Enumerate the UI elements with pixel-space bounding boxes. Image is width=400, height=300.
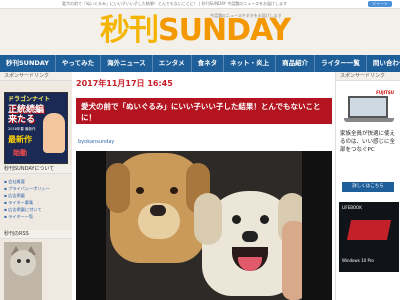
plush-eye-left [232, 215, 241, 224]
cat-eye-right [26, 259, 30, 263]
nav-item-food[interactable]: 食ネタ [192, 55, 225, 72]
nav-item-contact[interactable]: 問い合わせ [367, 55, 400, 72]
rss-cat-image[interactable] [4, 242, 42, 300]
cat-face [10, 250, 36, 276]
plush-eye-right [260, 215, 269, 224]
nav-item-net[interactable]: ネット・炎上 [224, 55, 277, 72]
dog-eye-left [136, 187, 144, 194]
logo-jp: 秒刊 [100, 13, 159, 48]
red-laptop-image [346, 220, 392, 240]
page: 愛犬の前で「ぬいぐるみ」にいい子いい子した結果！とんでもないことに！ | 秒刊S… [0, 0, 400, 300]
nav-item-tried[interactable]: やってみた [56, 55, 102, 72]
ad-character-image [43, 113, 65, 153]
top-strip: 愛犬の前で「ぬいぐるみ」にいい子いい子した結果！とんでもないことに！ | 秒刊S… [0, 0, 400, 9]
pc-ad-text[interactable]: 家族全員が快適に使えるのは、いい感じに全部をつなぐPC [340, 130, 398, 154]
photo-scene [106, 151, 302, 300]
game-ad-banner[interactable]: ドラゴンナイト 正統続編 来たる 2018年春 最新作 最新作 始動 [4, 92, 68, 164]
masthead: 秒刊SUNDAY 今話題のニュースやネタをお届けします [0, 9, 400, 55]
article: 2017年11月17日 16:45 愛犬の前で「ぬいぐるみ」にいい子いい子した結… [72, 72, 335, 300]
human-hand [282, 221, 302, 300]
about-link[interactable]: ライター一覧 [4, 213, 70, 220]
lifebook-label: LIFEBOOK [342, 205, 362, 210]
nav-item-overseas[interactable]: 海外ニュース [101, 55, 153, 72]
plush-nose [242, 231, 258, 242]
dog-ear-left [106, 163, 130, 213]
rss-heading: 秒刊のRSS [0, 230, 72, 239]
article-date: 2017年11月17日 16:45 [76, 79, 173, 88]
about-link[interactable]: 広告掲載 [4, 192, 70, 199]
article-photo [76, 151, 332, 300]
right-sponsored-heading: スポンサードリンク [336, 72, 400, 81]
site-logo[interactable]: 秒刊SUNDAY [100, 13, 291, 48]
nav-item-entertainment[interactable]: エンタメ [153, 55, 192, 72]
left-sponsored-heading: スポンサードリンク [0, 72, 72, 81]
nav-item-home[interactable]: 秒刊SUNDAY [0, 55, 56, 72]
laptop-base [344, 118, 394, 122]
about-heading: 秒刊SUNDAYについて [0, 165, 72, 174]
real-dog [106, 153, 210, 263]
cat-eye-left [17, 259, 21, 263]
article-author[interactable]: byokansunday [78, 139, 114, 145]
site-tagline: 今話題のニュースやネタをお届けします [210, 13, 282, 18]
lifebook-ad[interactable]: LIFEBOOK Windows 10 Pro [339, 202, 399, 272]
about-link[interactable]: プライバシーポリシー [4, 185, 70, 192]
about-link[interactable]: ライター募集 [4, 199, 70, 206]
plush-ear-left [194, 193, 222, 245]
ad-newest: 最新作 [8, 135, 32, 144]
ad-start: 始動 [13, 149, 27, 157]
about-link[interactable]: 会社概要 [4, 178, 70, 185]
ad-date: 2018年春 最新作 [8, 127, 36, 131]
laptop-screen [348, 96, 388, 118]
tweet-button[interactable]: ツイート [368, 1, 392, 7]
about-link[interactable]: 広告掲載に付いて [4, 206, 70, 213]
main-nav: 秒刊SUNDAY やってみた 海外ニュース エンタメ 食ネタ ネット・炎上 商品… [0, 55, 400, 72]
nav-item-products[interactable]: 商品紹介 [276, 55, 316, 72]
pc-ad-button[interactable]: 詳しくはこちら [342, 182, 394, 192]
ad-headline: 正統続編 来たる [8, 105, 45, 125]
left-sidebar: スポンサードリンク ドラゴンナイト 正統続編 来たる 2018年春 最新作 最新… [0, 72, 72, 300]
right-sidebar: スポンサードリンク FUJITSU 家族全員が快適に使えるのは、いい感じに全部を… [335, 72, 400, 300]
dog-nose [150, 205, 166, 216]
dog-eye-right [170, 187, 178, 194]
about-list: 会社概要 プライバシーポリシー 広告掲載 ライター募集 広告掲載に付いて ライタ… [4, 178, 70, 220]
article-title[interactable]: 愛犬の前で「ぬいぐるみ」にいい子いい子した結果！とんでもないことに！ [76, 98, 332, 124]
laptop-ad-image[interactable] [342, 94, 396, 124]
top-ticker: 愛犬の前で「ぬいぐるみ」にいい子いい子した結果！とんでもないことに！ | 秒刊S… [62, 1, 288, 6]
windows-label: Windows 10 Pro [342, 258, 374, 263]
nav-item-writers[interactable]: ライター一覧 [315, 55, 367, 72]
ad-title: ドラゴンナイト [8, 96, 51, 103]
